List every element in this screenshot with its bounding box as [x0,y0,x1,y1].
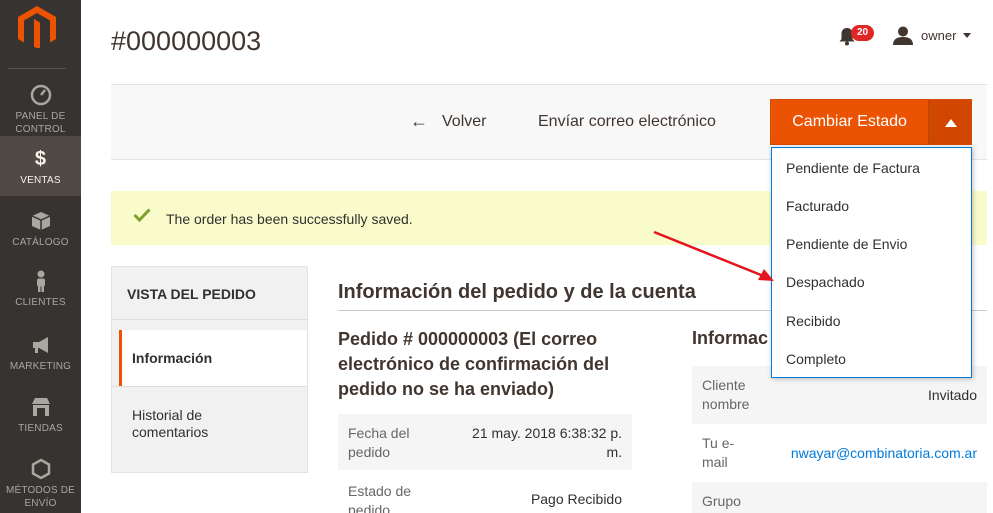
arrow-left-icon: ← [410,111,428,131]
order-status-value: Pago Recibido [530,491,622,507]
table-row: Grupo [692,482,987,513]
tab-divider [112,386,307,387]
change-status-toggle[interactable] [928,100,971,144]
box-icon [31,212,50,230]
customer-name-label: Cliente nombre [702,377,750,412]
status-option-pending-shipment[interactable]: Pendiente de Envio [786,236,907,252]
order-heading: Pedido # 000000003 (El correo electrónic… [338,329,610,399]
order-date-value: 21 may. 2018 6:38:32 p. m. [472,425,622,460]
caret-up-icon [945,119,958,127]
customer-name-value: Invitado [927,387,977,403]
notifications-badge[interactable]: 20 [851,25,874,41]
tab-divider [112,319,307,320]
user-menu-name[interactable]: owner [921,28,956,43]
dashboard-icon [30,84,51,106]
change-status-split-button: Cambiar Estado [770,99,972,145]
sidebar-item-stores[interactable]: TIENDAS [0,396,81,436]
table-row: Estado de pedido Pago Recibido [338,470,632,513]
tab-information-label[interactable]: Información [132,350,212,366]
status-dropdown-menu: Pendiente de Factura Facturado Pendiente… [771,147,972,378]
sidebar-item-label: CATÁLOGO [12,237,69,248]
sidebar-item-dashboard[interactable]: PANEL DE CONTROL [0,84,81,135]
checkmark-icon [133,208,151,222]
table-row: Tu e-mail nwayar@combinatoria.com.ar [692,424,987,482]
sidebar-item-sales[interactable]: $ VENTAS [0,136,81,196]
sidebar-item-customers[interactable]: CLIENTES [0,270,81,310]
admin-sidebar: PANEL DE CONTROL $ VENTAS CATÁLOGO CLIEN… [0,0,81,513]
tab-comments-history[interactable]: Historial de comentarios [132,407,252,441]
tabs-heading: VISTA DEL PEDIDO [127,286,256,302]
status-option-shipped[interactable]: Despachado [786,274,865,290]
change-status-button[interactable]: Cambiar Estado [771,100,928,144]
sidebar-divider [8,68,66,69]
section-title: Información del pedido y de la cuenta [338,281,696,303]
page-title: #000000003 [111,26,262,56]
person-icon [36,270,45,292]
sidebar-item-label: PANEL DE CONTROL [15,111,66,135]
sidebar-item-label: CLIENTES [15,297,66,308]
order-date-label: Fecha del pedido [348,425,410,460]
table-row: Fecha del pedido 21 may. 2018 6:38:32 p.… [338,414,632,470]
megaphone-icon [32,337,48,353]
sidebar-item-catalog[interactable]: CATÁLOGO [0,210,81,250]
user-icon[interactable] [893,26,913,45]
sidebar-item-label: TIENDAS [18,423,63,434]
annotation-arrow-icon [653,230,774,281]
sidebar-item-label: MARKETING [9,361,72,372]
sidebar-item-marketing[interactable]: MARKETING [0,334,81,374]
send-email-button[interactable]: Envíar correo electrónico [538,113,716,131]
order-status-label: Estado de pedido [348,483,412,513]
sidebar-item-label: VENTAS [20,175,61,186]
customer-group-label: Grupo [702,493,741,509]
status-option-received[interactable]: Recibido [786,313,840,329]
account-info-heading: Informac [692,328,769,348]
back-button-label: Volver [442,112,487,130]
customer-email-label: Tu e-mail [702,435,735,470]
customer-email-link[interactable]: nwayar@combinatoria.com.ar [791,444,977,463]
chevron-down-icon[interactable] [963,33,971,38]
store-icon [31,398,50,416]
status-option-complete[interactable]: Completo [786,351,846,367]
success-message-text: The order has been successfully saved. [166,211,413,227]
back-button[interactable]: ← Volver [410,111,486,132]
status-option-pending-invoice[interactable]: Pendiente de Factura [786,160,920,176]
magento-logo-icon[interactable] [18,6,56,48]
status-option-invoiced[interactable]: Facturado [786,198,849,214]
dollar-icon: $ [34,148,47,170]
sidebar-item-label: MÉTODOS DE ENVÍO [5,485,76,509]
hexagon-icon [31,458,50,480]
sidebar-item-shipping-methods[interactable]: MÉTODOS DE ENVÍO [0,458,81,513]
